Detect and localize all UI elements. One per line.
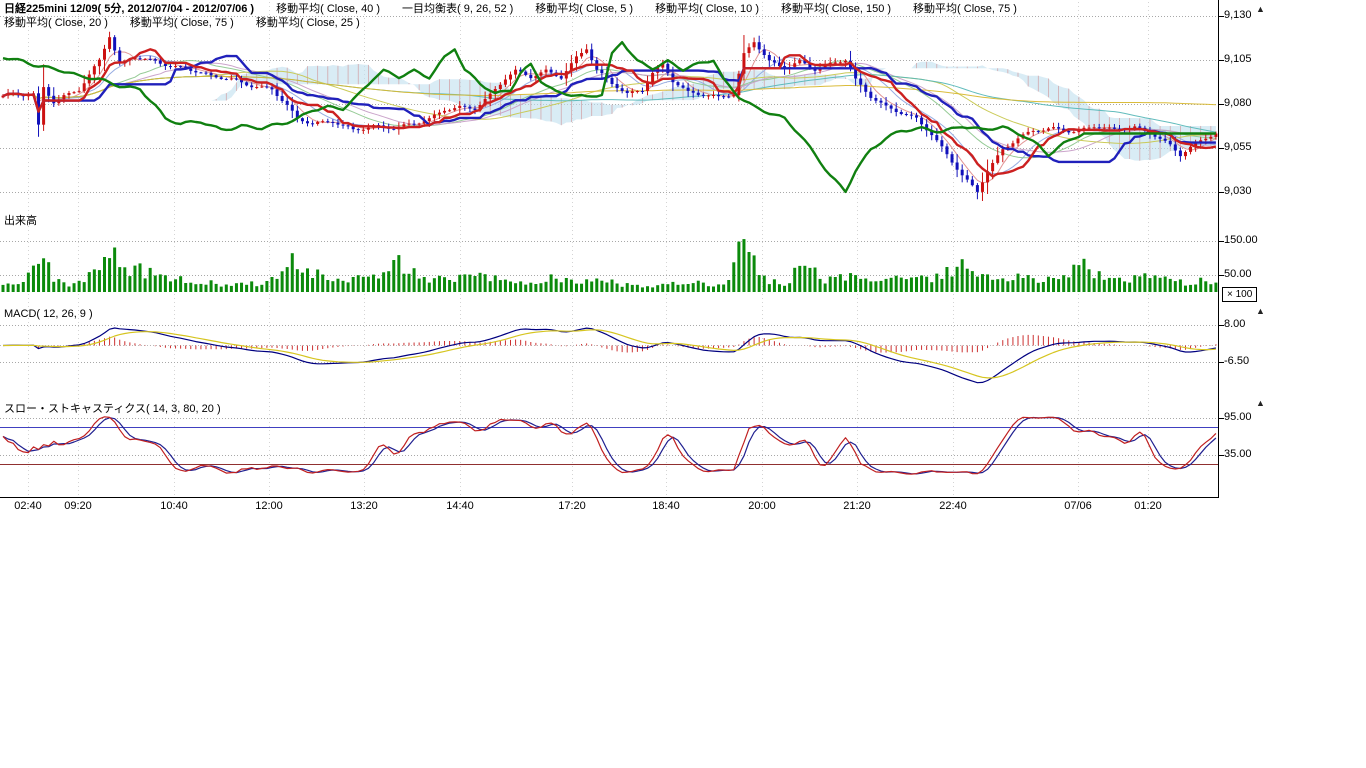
macd-pane-scroll-up-icon[interactable]: ▲	[1256, 306, 1265, 316]
legend-item-ma75: 移動平均( Close, 75 )	[913, 3, 1017, 15]
time-axis-label: 13:20	[342, 500, 386, 512]
legend-item-ichimoku: 一目均衡表( 9, 26, 52 )	[402, 3, 513, 15]
time-axis-label: 21:20	[835, 500, 879, 512]
chart-canvas[interactable]	[0, 0, 1366, 520]
chart-window: 日経225mini 12/09( 5分, 2012/07/04 - 2012/0…	[0, 0, 1366, 768]
legend-item-ma20: 移動平均( Close, 20 )	[4, 17, 108, 29]
macd-pane-label: MACD( 12, 26, 9 )	[4, 308, 93, 320]
time-axis-label: 01:20	[1126, 500, 1170, 512]
y-axis-label: 50.00	[1224, 268, 1252, 280]
stochastics-pane-label: スロー・ストキャスティクス( 14, 3, 80, 20 )	[4, 400, 221, 416]
y-axis-label: 9,030	[1224, 185, 1252, 197]
legend-item-ma25: 移動平均( Close, 25 )	[256, 17, 360, 29]
time-axis-label: 14:40	[438, 500, 482, 512]
y-axis-label: 35.00	[1224, 448, 1252, 460]
indicator-legend-line2: 移動平均( Close, 20 ) 移動平均( Close, 75 ) 移動平均( …	[4, 17, 382, 30]
chart-title: 日経225mini 12/09( 5分, 2012/07/04 - 2012/0…	[4, 3, 254, 15]
legend-item-ma5: 移動平均( Close, 5 )	[535, 3, 633, 15]
time-axis-label: 17:20	[550, 500, 594, 512]
stoch-pane-scroll-up-icon[interactable]: ▲	[1256, 398, 1265, 408]
legend-item-ma10: 移動平均( Close, 10 )	[655, 3, 759, 15]
legend-item-ma75b: 移動平均( Close, 75 )	[130, 17, 234, 29]
price-pane-scroll-up-icon[interactable]: ▲	[1256, 4, 1265, 14]
time-axis-label: 18:40	[644, 500, 688, 512]
time-axis-label: 22:40	[931, 500, 975, 512]
y-axis-label: 8.00	[1224, 318, 1245, 330]
y-axis-label: 95.00	[1224, 411, 1252, 423]
legend-item-ma150: 移動平均( Close, 150 )	[781, 3, 891, 15]
volume-pane-label: 出来高	[4, 212, 37, 228]
indicator-legend-line1: 日経225mini 12/09( 5分, 2012/07/04 - 2012/0…	[4, 3, 1039, 16]
y-axis-label: 9,055	[1224, 141, 1252, 153]
time-axis-label: 12:00	[247, 500, 291, 512]
y-axis-label: 150.00	[1224, 234, 1258, 246]
time-axis-label: 02:40	[6, 500, 50, 512]
y-axis-label: 9,105	[1224, 53, 1252, 65]
y-axis-label: 9,130	[1224, 9, 1252, 21]
time-axis-label: 20:00	[740, 500, 784, 512]
legend-item-ma40: 移動平均( Close, 40 )	[276, 3, 380, 15]
volume-unit-box: × 100	[1222, 287, 1257, 302]
y-axis-label: -6.50	[1224, 355, 1249, 367]
time-axis-label: 10:40	[152, 500, 196, 512]
time-axis-label: 07/06	[1056, 500, 1100, 512]
time-axis-label: 09:20	[56, 500, 100, 512]
y-axis-label: 9,080	[1224, 97, 1252, 109]
